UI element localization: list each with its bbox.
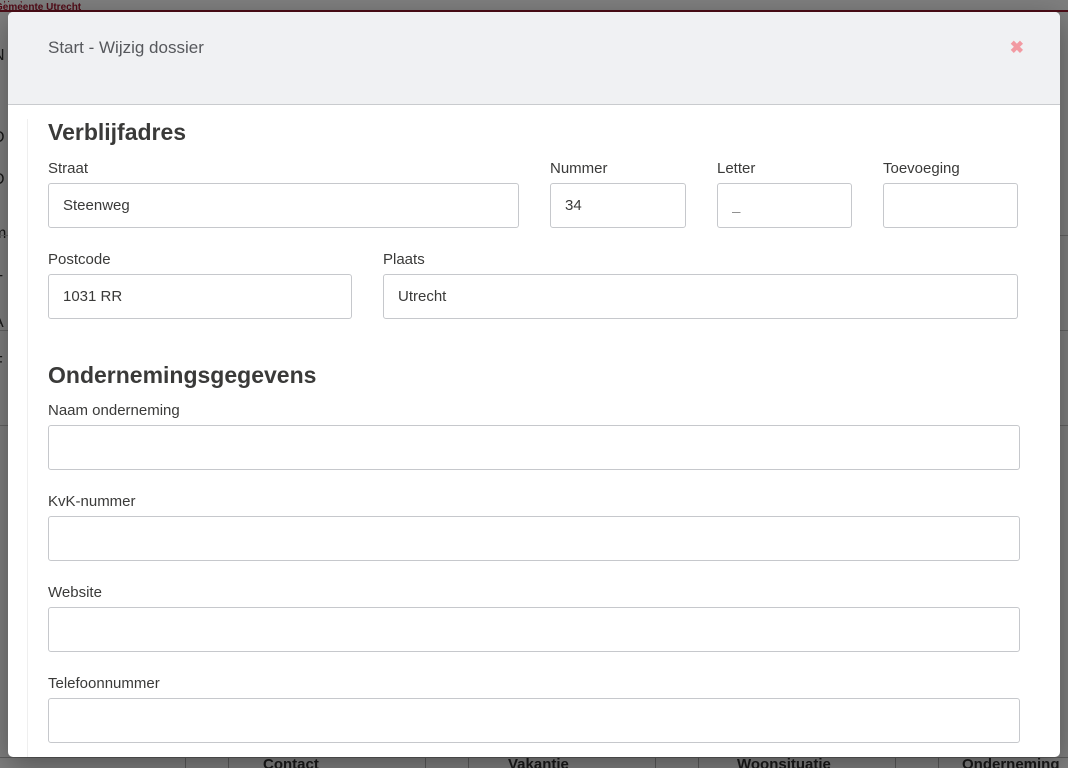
postcode-input[interactable] xyxy=(48,274,352,319)
field-nummer: Nummer xyxy=(550,160,686,228)
straat-label: Straat xyxy=(48,160,519,178)
field-telefoonnummer: Telefoonnummer xyxy=(48,675,1020,743)
nummer-label: Nummer xyxy=(550,160,686,178)
inner-divider xyxy=(27,119,28,757)
close-icon[interactable]: ✖ xyxy=(1010,38,1024,58)
address-row-1: Straat Nummer Letter Toevoeging xyxy=(48,160,1020,228)
section-heading-ondernemingsgegevens: Ondernemingsgegevens xyxy=(48,362,1020,389)
field-letter: Letter xyxy=(717,160,852,228)
field-postcode: Postcode xyxy=(48,251,352,319)
straat-input[interactable] xyxy=(48,183,519,228)
field-kvk-nummer: KvK-nummer xyxy=(48,493,1020,561)
toevoeging-label: Toevoeging xyxy=(883,160,1018,178)
naam-onderneming-input[interactable] xyxy=(48,425,1020,470)
letter-label: Letter xyxy=(717,160,852,178)
website-label: Website xyxy=(48,584,1020,602)
field-website: Website xyxy=(48,584,1020,652)
dialog-title: Start - Wijzig dossier xyxy=(48,38,204,58)
dialog-header: Start - Wijzig dossier ✖ xyxy=(8,12,1060,105)
kvk-nummer-input[interactable] xyxy=(48,516,1020,561)
postcode-label: Postcode xyxy=(48,251,352,269)
section-heading-verblijfadres: Verblijfadres xyxy=(48,119,1020,146)
dialog-body: Verblijfadres Straat Nummer Letter Toevo… xyxy=(8,119,1060,743)
kvk-nummer-label: KvK-nummer xyxy=(48,493,1020,511)
naam-onderneming-label: Naam onderneming xyxy=(48,402,1020,420)
wijzig-dossier-dialog: Start - Wijzig dossier ✖ Verblijfadres S… xyxy=(8,12,1060,757)
plaats-label: Plaats xyxy=(383,251,1018,269)
telefoonnummer-input[interactable] xyxy=(48,698,1020,743)
website-input[interactable] xyxy=(48,607,1020,652)
nummer-input[interactable] xyxy=(550,183,686,228)
field-naam-onderneming: Naam onderneming xyxy=(48,402,1020,470)
address-row-2: Postcode Plaats xyxy=(48,251,1020,319)
field-straat: Straat xyxy=(48,160,519,228)
toevoeging-input[interactable] xyxy=(883,183,1018,228)
telefoonnummer-label: Telefoonnummer xyxy=(48,675,1020,693)
letter-input[interactable] xyxy=(717,183,852,228)
field-toevoeging: Toevoeging xyxy=(883,160,1018,228)
field-plaats: Plaats xyxy=(383,251,1018,319)
screen: ,*,.'*; Gemeente Utrecht N D D m T A F C… xyxy=(0,0,1068,768)
plaats-input[interactable] xyxy=(383,274,1018,319)
